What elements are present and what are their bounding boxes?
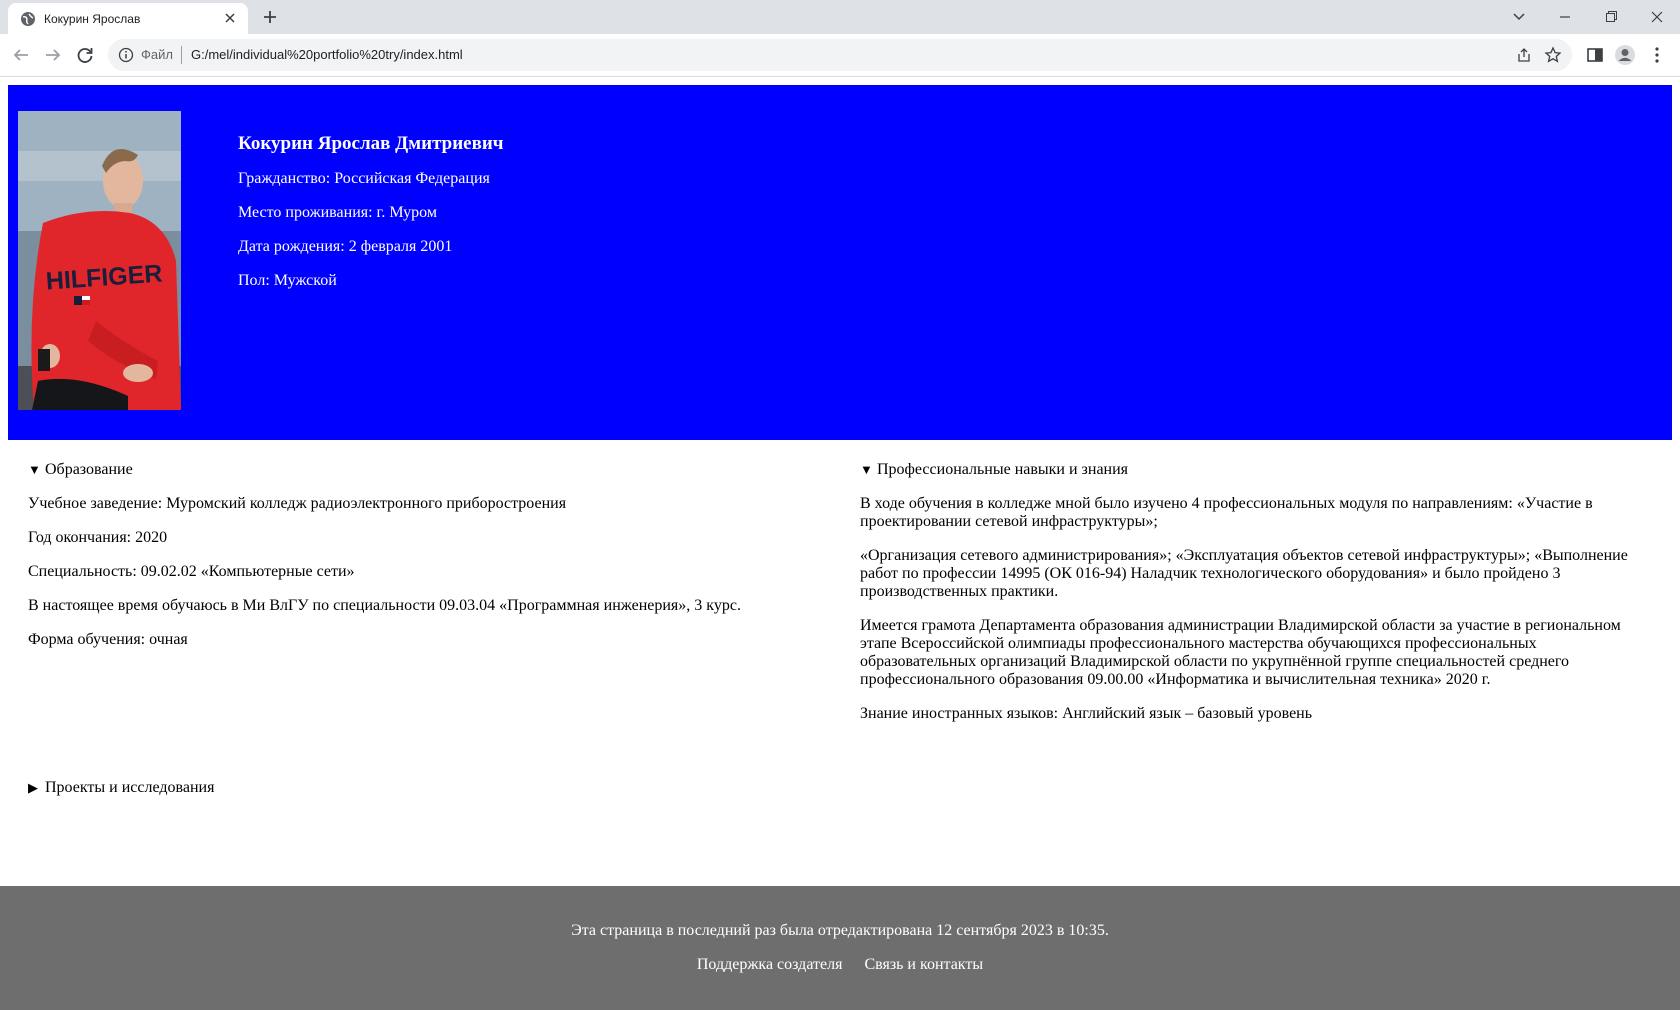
url-text[interactable]: G:/mel/individual%20portfolio%20try/inde… — [191, 47, 463, 62]
browser-toolbar: Файл G:/mel/individual%20portfolio%20try… — [0, 34, 1680, 77]
education-specialty: Специальность: 09.02.02 «Компьютерные се… — [28, 563, 355, 580]
gender-line: Пол: Мужской — [238, 272, 337, 289]
skills-languages-paragraph: Знание иностранных языков: Английский яз… — [860, 705, 1313, 722]
window-close-icon[interactable] — [1634, 4, 1680, 30]
bookmark-star-icon[interactable] — [1544, 46, 1562, 64]
education-summary-toggle[interactable]: ▼ Образование — [28, 461, 133, 479]
support-creator-link[interactable]: Поддержка создателя — [697, 956, 843, 973]
skills-practice-paragraph: «Организация сетевого администрирования»… — [860, 547, 1628, 600]
contacts-link[interactable]: Связь и контакты — [864, 956, 983, 973]
education-summary-label: Образование — [45, 461, 133, 478]
new-tab-plus-icon[interactable] — [260, 7, 280, 27]
citizenship-line: Гражданство: Российская Федерация — [238, 170, 490, 187]
expanded-triangle-icon: ▼ — [28, 462, 41, 477]
projects-summary-toggle[interactable]: ▶ Проекты и исследования — [28, 779, 214, 797]
profile-avatar-icon[interactable] — [1614, 44, 1636, 66]
skills-modules-paragraph: В ходе обучения в колледже мной было изу… — [860, 495, 1593, 530]
full-name: Кокурин Ярослав Дмитриевич — [238, 133, 504, 154]
collapsed-triangle-icon: ▶ — [28, 780, 38, 795]
skills-summary-toggle[interactable]: ▼ Профессиональные навыки и знания — [860, 461, 1128, 479]
profile-header: HILFIGER Кокурин Ярослав Дмитриевич Граж… — [8, 85, 1672, 440]
education-graduation-year: Год окончания: 2020 — [28, 529, 168, 546]
forward-arrow-icon[interactable] — [42, 44, 64, 66]
browser-tabstrip: Кокурин Ярослав — [0, 0, 1680, 34]
last-edited-text: Эта страница в последний раз была отреда… — [571, 922, 1109, 939]
skills-summary-label: Профессиональные навыки и знания — [877, 461, 1129, 478]
address-bar[interactable]: Файл G:/mel/individual%20portfolio%20try… — [108, 39, 1572, 71]
globe-icon — [21, 12, 35, 26]
tab-search-chevron-icon[interactable] — [1496, 4, 1542, 30]
education-form: Форма обучения: очная — [28, 631, 188, 648]
minimize-icon[interactable] — [1542, 4, 1588, 30]
profile-photo: HILFIGER — [18, 111, 181, 410]
page-content: HILFIGER Кокурин Ярослав Дмитриевич Граж… — [0, 77, 1680, 1010]
skills-certificate-paragraph: Имеется грамота Департамента образования… — [860, 617, 1621, 688]
page-footer: Эта страница в последний раз была отреда… — [0, 886, 1680, 1010]
expanded-triangle-icon: ▼ — [860, 462, 873, 477]
browser-menu-icon[interactable] — [1646, 44, 1668, 66]
info-icon[interactable] — [118, 47, 134, 63]
residence-line: Место проживания: г. Муром — [238, 204, 437, 221]
reload-icon[interactable] — [74, 44, 96, 66]
footer-links: Поддержка создателя Связь и контакты — [0, 956, 1680, 974]
browser-tab[interactable]: Кокурин Ярослав — [8, 3, 248, 34]
back-arrow-icon[interactable] — [10, 44, 32, 66]
side-panel-icon[interactable] — [1584, 44, 1606, 66]
education-institution: Учебное заведение: Муромский колледж рад… — [28, 495, 567, 512]
address-separator — [181, 46, 182, 64]
birth-date-line: Дата рождения: 2 февраля 2001 — [238, 238, 453, 255]
file-scheme-label: Файл — [141, 47, 173, 62]
projects-summary-label: Проекты и исследования — [45, 779, 215, 796]
close-icon[interactable] — [222, 10, 238, 26]
tab-title: Кокурин Ярослав — [44, 12, 141, 26]
share-icon[interactable] — [1516, 47, 1532, 63]
restore-icon[interactable] — [1588, 4, 1634, 30]
education-current-study: В настоящее время обучаюсь в Ми ВлГУ по … — [28, 597, 741, 614]
